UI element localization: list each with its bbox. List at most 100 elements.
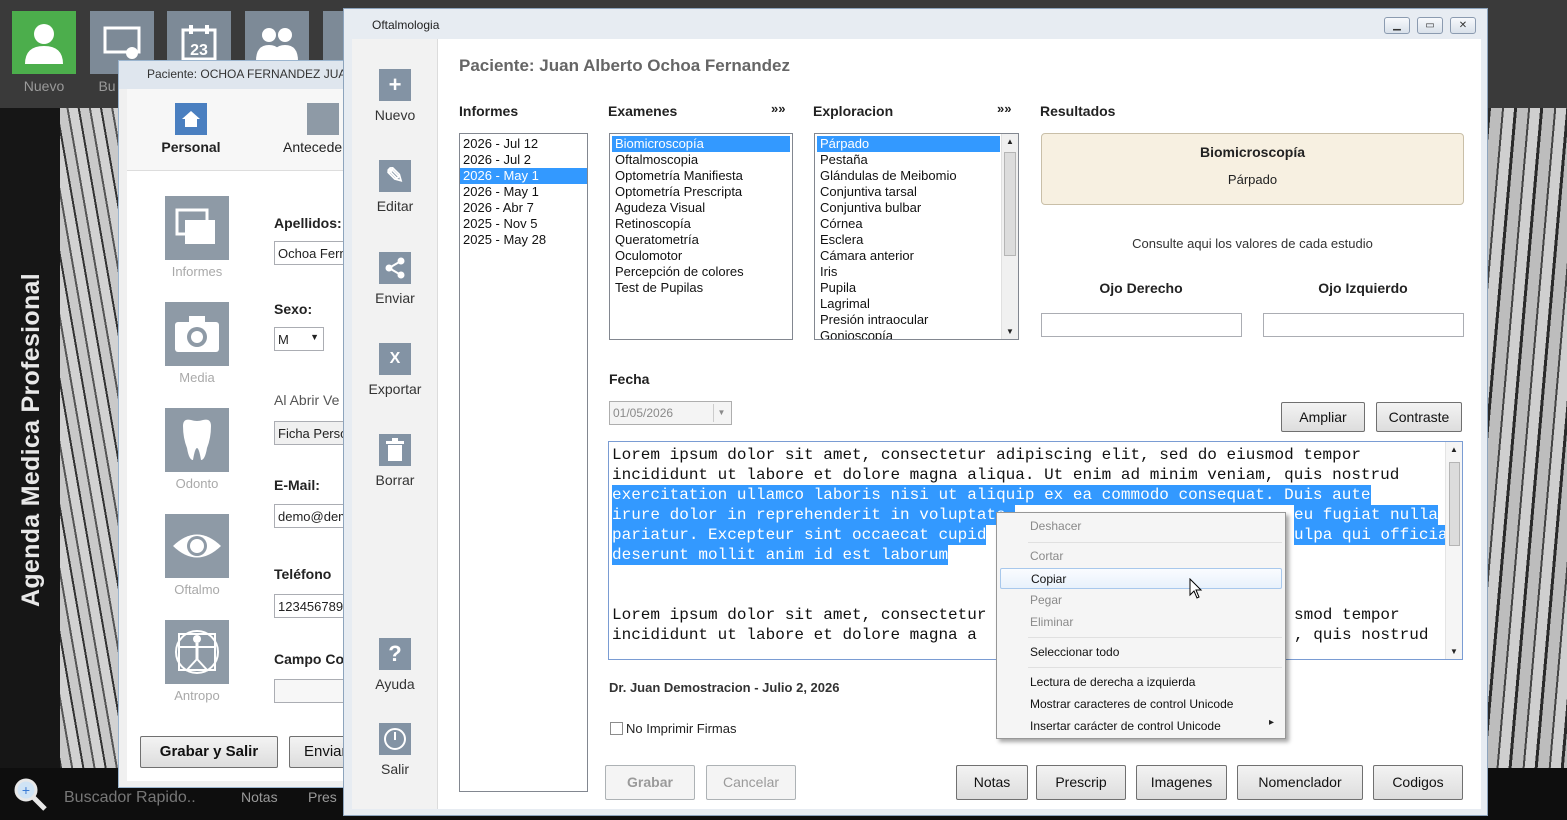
nav-editar-label: Editar bbox=[376, 198, 414, 214]
menu-item-insertar-unicode[interactable]: Insertar carácter de control Unicode bbox=[1000, 716, 1282, 737]
exploracion-list-item[interactable]: Córnea bbox=[817, 216, 1000, 232]
ojo-izquierdo-field[interactable] bbox=[1263, 313, 1464, 337]
exploracion-list-item[interactable]: Pupila bbox=[817, 280, 1000, 296]
informes-list-item[interactable]: 2026 - Abr 7 bbox=[460, 200, 587, 216]
exploracion-list-item[interactable]: Lagrimal bbox=[817, 296, 1000, 312]
nav-borrar[interactable]: Borrar bbox=[352, 434, 438, 488]
submenu-arrow-icon: ▸ bbox=[1269, 717, 1275, 728]
informes-list-item[interactable]: 2026 - May 1 bbox=[460, 184, 587, 200]
nav-nuevo[interactable]: + Nuevo bbox=[352, 69, 438, 123]
menu-item-cortar[interactable]: Cortar bbox=[1000, 546, 1282, 567]
scroll-up-icon[interactable]: ▲ bbox=[1006, 137, 1014, 146]
maximize-button[interactable]: ▭ bbox=[1417, 17, 1443, 34]
sexo-select[interactable]: M ▼ bbox=[274, 327, 324, 351]
nav-exportar[interactable]: X Exportar bbox=[352, 343, 438, 397]
menu-item-eliminar[interactable]: Eliminar bbox=[1000, 612, 1282, 633]
examenes-list-item[interactable]: Optometría Manifiesta bbox=[612, 168, 790, 184]
examenes-list-item[interactable]: Oftalmoscopia bbox=[612, 152, 790, 168]
nav-enviar[interactable]: Enviar bbox=[352, 252, 438, 306]
informes-list-item[interactable]: 2025 - May 28 bbox=[460, 232, 587, 248]
menu-item-pegar[interactable]: Pegar bbox=[1000, 590, 1282, 611]
no-imprimir-checkbox[interactable] bbox=[610, 722, 623, 735]
menu-item-mostrar-unicode[interactable]: Mostrar caracteres de control Unicode bbox=[1000, 694, 1282, 715]
quick-search-input[interactable]: Buscador Rapido.. bbox=[64, 789, 196, 807]
informes-icon[interactable] bbox=[165, 196, 229, 260]
examenes-list-item[interactable]: Queratometría bbox=[612, 232, 790, 248]
ampliar-button[interactable]: Ampliar bbox=[1281, 402, 1365, 432]
exploracion-list-item[interactable]: Esclera bbox=[817, 232, 1000, 248]
exploracion-list-item[interactable]: Presión intraocular bbox=[817, 312, 1000, 328]
exploracion-list-item[interactable]: Pestaña bbox=[817, 152, 1000, 168]
nav-editar[interactable]: ✎ Editar bbox=[352, 160, 438, 214]
informes-list-item[interactable]: 2026 - Jul 2 bbox=[460, 152, 587, 168]
menu-item-rtl[interactable]: Lectura de derecha a izquierda bbox=[1000, 672, 1282, 693]
editor-scrollbar[interactable]: ▲ ▼ bbox=[1445, 442, 1462, 659]
exploracion-expand-icon[interactable]: »» bbox=[997, 101, 1011, 116]
tooth-icon[interactable] bbox=[165, 408, 229, 472]
scroll-down-icon[interactable]: ▼ bbox=[1450, 647, 1458, 656]
examenes-list-item[interactable]: Oculomotor bbox=[612, 248, 790, 264]
minimize-button[interactable]: ▁ bbox=[1384, 17, 1410, 34]
close-button[interactable]: ✕ bbox=[1450, 17, 1476, 34]
exploracion-list-item[interactable]: Glándulas de Meibomio bbox=[817, 168, 1000, 184]
notas-button[interactable]: Notas bbox=[956, 765, 1028, 800]
examenes-list-item[interactable]: Biomicroscopía bbox=[612, 136, 790, 152]
examenes-list[interactable]: Biomicroscopía Oftalmoscopia Optometría Ma… bbox=[609, 133, 793, 340]
exploracion-list-item[interactable]: Conjuntiva bulbar bbox=[817, 200, 1000, 216]
app-side-title: Agenda Medica Profesional bbox=[17, 273, 45, 607]
tab-personal[interactable]: Personal bbox=[151, 139, 231, 155]
nomenclador-button[interactable]: Nomenclador bbox=[1237, 765, 1363, 800]
editor-line-6: deserunt mollit anim id est laborum bbox=[612, 545, 949, 565]
informes-list-item[interactable]: 2025 - Nov 5 bbox=[460, 216, 587, 232]
exploracion-list-item[interactable]: Iris bbox=[817, 264, 1000, 280]
exploracion-list-item[interactable]: Conjuntiva tarsal bbox=[817, 184, 1000, 200]
chevron-down-icon[interactable]: ▼ bbox=[713, 404, 729, 422]
imagenes-button[interactable]: Imagenes bbox=[1136, 765, 1227, 800]
editor-line-5-end: ulpa qui officia bbox=[1294, 525, 1448, 545]
scroll-up-icon[interactable]: ▲ bbox=[1450, 445, 1458, 454]
informes-list-item[interactable]: 2026 - Jul 12 bbox=[460, 136, 587, 152]
informes-list-item[interactable]: 2026 - May 1 bbox=[460, 168, 587, 184]
bottom-link-pres[interactable]: Pres bbox=[308, 789, 337, 805]
exploracion-list[interactable]: Párpado Pestaña Glándulas de Meibomio Conju… bbox=[814, 133, 1019, 340]
telefono-label: Teléfono bbox=[274, 566, 332, 582]
ojo-derecho-field[interactable] bbox=[1041, 313, 1242, 337]
menu-item-seleccionar-todo[interactable]: Seleccionar todo bbox=[1000, 642, 1282, 663]
search-icon[interactable]: + bbox=[12, 776, 48, 815]
campo-label: Campo Co bbox=[274, 651, 344, 667]
vitruvian-icon[interactable] bbox=[165, 620, 229, 684]
scroll-down-icon[interactable]: ▼ bbox=[1006, 327, 1014, 336]
contraste-button[interactable]: Contraste bbox=[1376, 402, 1462, 432]
fecha-picker[interactable]: 01/05/2026 ▼ bbox=[609, 401, 732, 425]
antropo-label: Antropo bbox=[174, 688, 220, 703]
camera-icon[interactable] bbox=[165, 302, 229, 366]
exploracion-scrollbar[interactable]: ▲ ▼ bbox=[1001, 134, 1018, 339]
examenes-list-item[interactable]: Agudeza Visual bbox=[612, 200, 790, 216]
editor-scroll-thumb[interactable] bbox=[1449, 462, 1460, 546]
examenes-list-item[interactable]: Test de Pupilas bbox=[612, 280, 790, 296]
grabar-button[interactable]: Grabar bbox=[605, 765, 695, 800]
exploracion-list-item[interactable]: Cámara anterior bbox=[817, 248, 1000, 264]
prescrip-button[interactable]: Prescrip bbox=[1036, 765, 1126, 800]
grabar-salir-button[interactable]: Grabar y Salir bbox=[140, 736, 278, 768]
exploracion-list-item[interactable]: Gonioscopía bbox=[817, 328, 1000, 339]
tile-nuevo[interactable] bbox=[12, 11, 76, 74]
informes-list[interactable]: 2026 - Jul 12 2026 - Jul 2 2026 - May 1 202… bbox=[459, 133, 588, 792]
nav-salir[interactable]: Salir bbox=[352, 723, 438, 777]
examenes-list-item[interactable]: Optometría Prescripta bbox=[612, 184, 790, 200]
scroll-thumb[interactable] bbox=[1004, 152, 1016, 256]
nav-enviar-label: Enviar bbox=[375, 290, 415, 306]
context-menu: Deshacer Cortar Copiar Pegar Eliminar Se… bbox=[996, 512, 1286, 739]
examenes-expand-icon[interactable]: »» bbox=[771, 101, 785, 116]
menu-item-copiar[interactable]: Copiar bbox=[1000, 568, 1282, 589]
eye-icon[interactable] bbox=[165, 514, 229, 578]
editor-line-8-end: , quis nostrud bbox=[1294, 626, 1429, 644]
nav-ayuda[interactable]: ? Ayuda bbox=[352, 638, 438, 692]
exploracion-list-item[interactable]: Párpado bbox=[817, 136, 1000, 152]
cancelar-button[interactable]: Cancelar bbox=[706, 765, 796, 800]
menu-item-deshacer[interactable]: Deshacer bbox=[1000, 516, 1282, 537]
examenes-list-item[interactable]: Retinoscopía bbox=[612, 216, 790, 232]
examenes-list-item[interactable]: Percepción de colores bbox=[612, 264, 790, 280]
codigos-button[interactable]: Codigos bbox=[1373, 765, 1463, 800]
bottom-link-notas[interactable]: Notas bbox=[241, 789, 278, 805]
